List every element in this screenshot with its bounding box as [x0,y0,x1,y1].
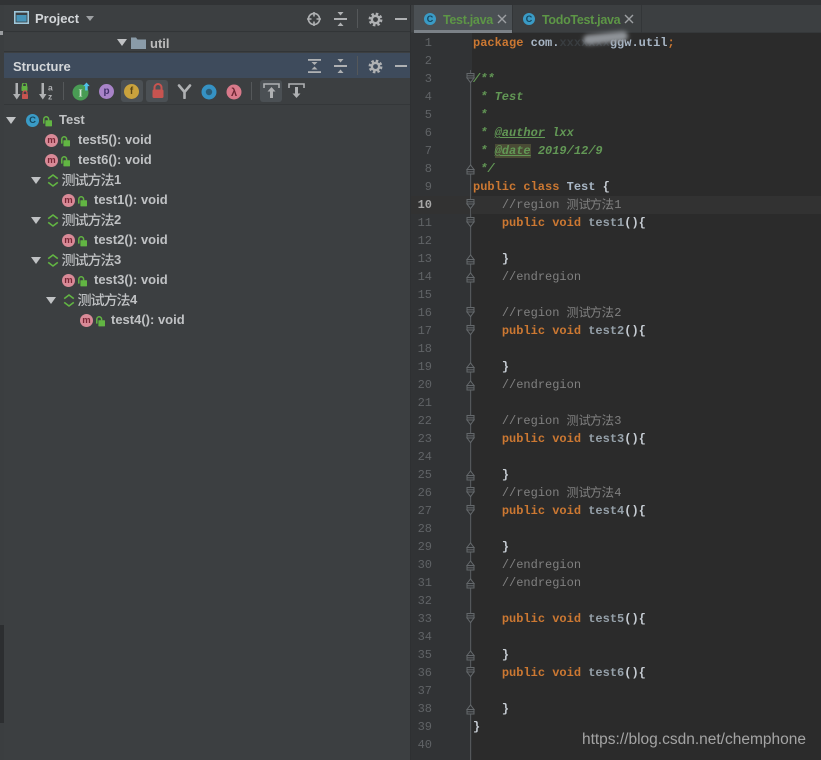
svg-text:λ: λ [231,87,237,99]
svg-text:z: z [48,92,52,101]
svg-text:I: I [78,89,82,100]
